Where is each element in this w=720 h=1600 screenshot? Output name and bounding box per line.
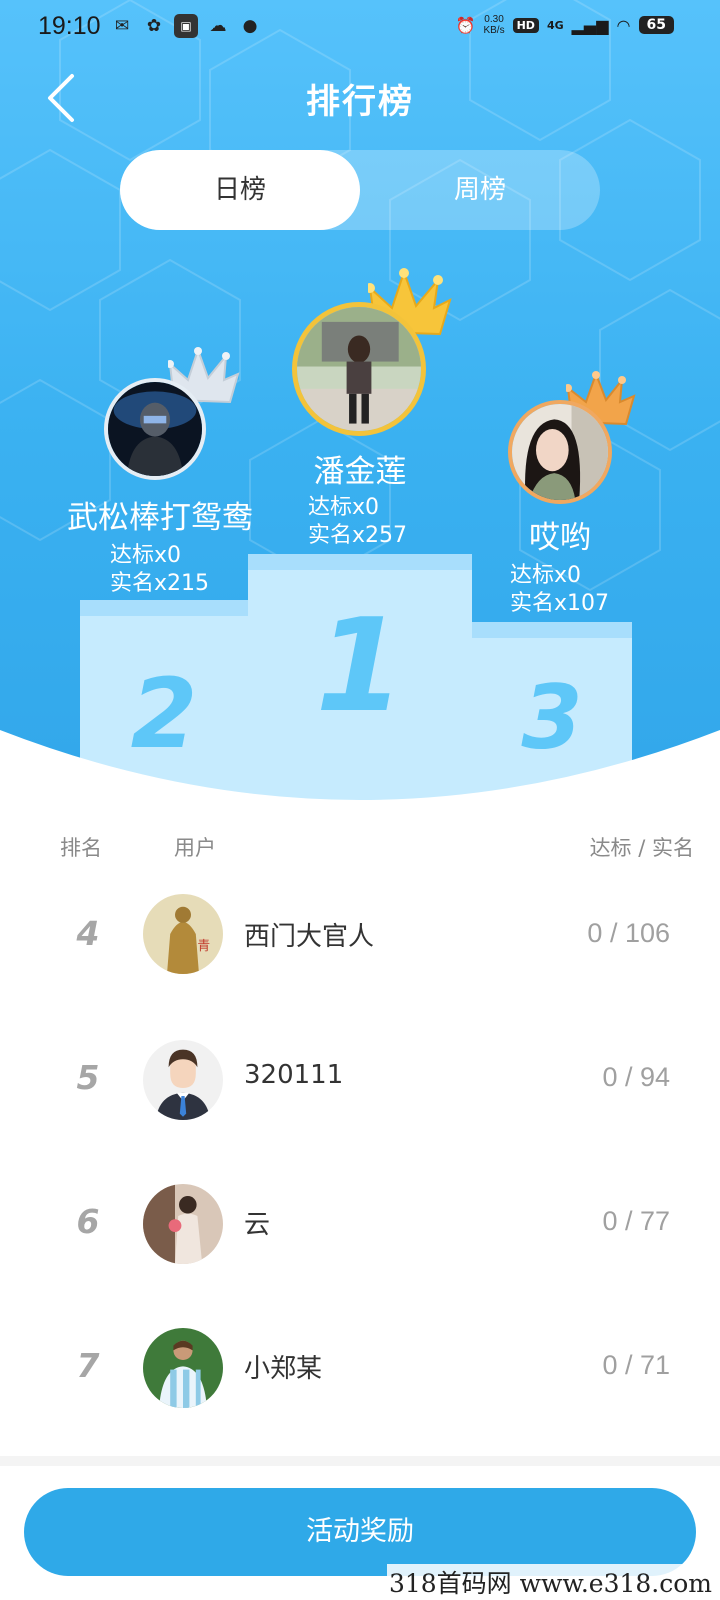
page-title: 排行榜: [306, 82, 414, 122]
row-avatar: 青: [143, 894, 223, 974]
network-type: 4G: [546, 18, 564, 32]
row-username: 小郑某: [244, 1354, 323, 1384]
avatar-first-image: [297, 307, 421, 431]
ranking-row[interactable]: 6 云 0 / 77: [0, 1152, 720, 1296]
row-username: 云: [244, 1210, 271, 1240]
baidu-icon: ✿: [146, 16, 162, 36]
podium-second-name: 武松棒打鸳鸯: [67, 500, 253, 536]
row-rank: 7: [76, 1346, 100, 1385]
podium-third-verified: 实名x107: [510, 591, 610, 616]
avatar-first[interactable]: [292, 302, 426, 436]
podium-third-target: 达标x0: [510, 563, 582, 588]
ranking-row[interactable]: 4 青 西门大官人 0 / 106: [0, 864, 720, 1008]
status-bar: 19:10 ✉ ✿ ▣ ☁ ● ⏰ 0.30 KB/s HD 4G ▂▄▆ ◠ …: [0, 0, 720, 56]
podium-first-name: 潘金莲: [313, 454, 407, 490]
avatar-third-image: [512, 404, 608, 500]
speed-unit: KB/s: [483, 25, 505, 36]
row-rank: 4: [76, 914, 100, 953]
row-avatar: [143, 1040, 223, 1120]
row-score: 0 / 77: [602, 1206, 670, 1236]
podium-second-verified: 实名x215: [110, 571, 210, 596]
activity-reward-button[interactable]: 活动奖励: [24, 1488, 696, 1576]
row-avatar: [143, 1184, 223, 1264]
cloud-icon: ☁: [209, 16, 227, 36]
hero-banner: 19:10 ✉ ✿ ▣ ☁ ● ⏰ 0.30 KB/s HD 4G ▂▄▆ ◠ …: [0, 0, 720, 800]
avatar-third[interactable]: [508, 400, 612, 504]
status-right: ⏰ 0.30 KB/s HD 4G ▂▄▆ ◠ 65: [456, 14, 674, 36]
row-score: 0 / 94: [602, 1062, 670, 1092]
tab-daily[interactable]: 日榜: [120, 150, 360, 230]
podium-first-target: 达标x0: [308, 495, 380, 520]
header-user: 用户: [174, 836, 216, 860]
hero-curve: [0, 730, 720, 800]
row-avatar: [143, 1328, 223, 1408]
header-rank: 排名: [60, 836, 102, 860]
battery-icon: 65: [638, 16, 674, 34]
app-notify-icon: ▣: [174, 14, 198, 38]
alarm-icon: ⏰: [455, 15, 476, 35]
wechat-icon: ✉: [114, 16, 130, 36]
podium-second-target: 达标x0: [110, 543, 182, 568]
row-score: 0 / 106: [587, 918, 670, 948]
podium-third-name: 哎哟: [529, 520, 591, 556]
wifi-icon: ◠: [616, 15, 631, 35]
tab-weekly[interactable]: 周榜: [360, 150, 600, 230]
chat-bubble-icon: ●: [242, 16, 258, 36]
status-time: 19:10: [38, 12, 101, 40]
ranking-row[interactable]: 5 320111 0 / 94: [0, 1008, 720, 1152]
tab-switcher: 日榜 周榜: [120, 150, 600, 230]
watermark: 318首码网 www.e318.com: [386, 1564, 714, 1600]
hd-icon: HD: [512, 17, 539, 33]
podium-first-verified: 实名x257: [308, 523, 408, 548]
ranking-row[interactable]: 7 小郑某 0 / 71: [0, 1296, 720, 1440]
default-user-avatar-icon: [143, 1040, 223, 1120]
avatar-image: [143, 1184, 223, 1264]
network-speed: 0.30 KB/s: [483, 14, 504, 36]
header-score: 达标 / 实名: [589, 836, 694, 860]
svg-text:青: 青: [197, 939, 210, 954]
row-username: 西门大官人: [244, 922, 375, 952]
avatar-image: [143, 1328, 223, 1408]
avatar-second-image: [108, 382, 202, 476]
row-rank: 6: [76, 1202, 100, 1241]
section-divider: [0, 1456, 720, 1466]
notification-icons: ✉ ✿ ▣ ☁ ●: [110, 14, 262, 38]
avatar-second[interactable]: [104, 378, 206, 480]
speed-value: 0.30: [484, 14, 504, 25]
signal-icon: ▂▄▆: [571, 15, 609, 35]
row-rank: 5: [76, 1058, 100, 1097]
row-score: 0 / 71: [602, 1350, 670, 1380]
avatar-image: 青: [143, 894, 223, 974]
row-username: 320111: [244, 1060, 344, 1090]
